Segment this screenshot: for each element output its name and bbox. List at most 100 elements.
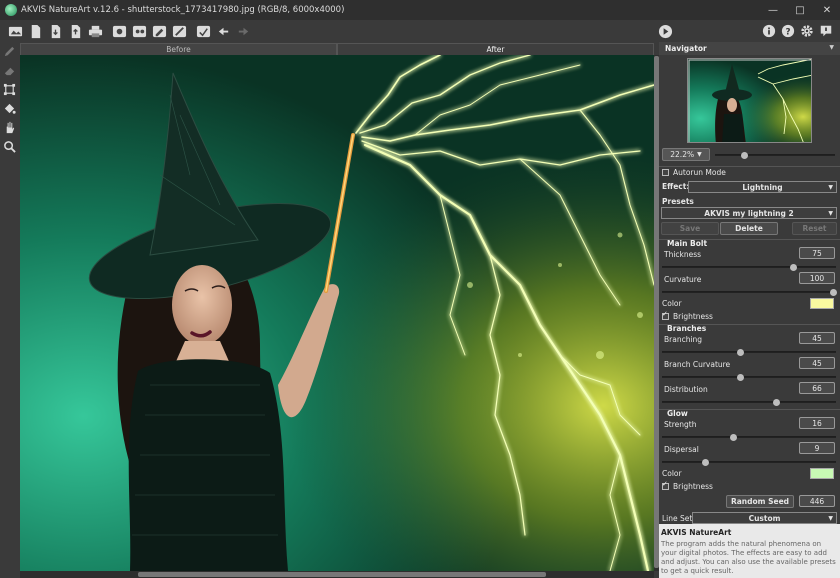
dispersal-slider[interactable] [662,459,836,466]
effect-select[interactable]: Lightning ▼ [688,181,837,193]
horizontal-scrollbar[interactable] [20,571,654,578]
brush-icon[interactable] [171,23,187,39]
zoom-select[interactable]: 22.2% ▼ [662,148,710,161]
minimize-button[interactable]: — [766,3,780,17]
redo-icon[interactable] [235,23,251,39]
branch-curvature-value[interactable]: 45 [799,357,835,369]
distribution-slider[interactable] [662,399,836,406]
glow-brightness-checkbox[interactable] [662,480,669,490]
line-set-select[interactable]: Custom ▼ [692,512,837,524]
presets-label: Presets [662,197,694,206]
curvature-value[interactable]: 100 [799,272,835,284]
thickness-slider[interactable] [662,264,836,271]
navigator-title: Navigator [665,44,707,53]
branches-title: Branches [667,324,707,333]
settings-icon[interactable] [799,23,815,39]
branching-slider[interactable] [662,349,836,356]
dispersal-label: Dispersal [664,445,699,454]
dispersal-slider-knob[interactable] [702,459,709,466]
settings-panel: Navigator ▼ 22.2% ▼ Autorun Mode Effect:… [659,42,840,578]
preset-value: AKVIS my lightning 2 [704,208,794,218]
tab-after[interactable]: After [337,43,654,55]
window-title: AKVIS NatureArt v.12.6 - shutterstock_17… [21,5,345,15]
retouch-icon[interactable] [195,23,211,39]
maximize-button[interactable]: □ [793,3,807,17]
navigator-preview[interactable] [687,58,812,143]
app-logo-icon [5,4,17,16]
main-toolbar [0,20,840,42]
glow-brightness-row[interactable]: Brightness [662,480,713,491]
undo-icon[interactable] [215,23,231,39]
help-icon[interactable]: ? [780,23,796,39]
print-icon[interactable] [87,23,103,39]
branching-label: Branching [664,335,703,344]
thickness-value[interactable]: 75 [799,247,835,259]
zoom-slider-knob[interactable] [741,152,748,159]
batch-process-icon[interactable] [111,23,127,39]
branch-curvature-slider[interactable] [662,374,836,381]
tab-before[interactable]: Before [20,43,337,55]
new-document-icon[interactable] [27,23,43,39]
chevron-down-icon: ▼ [828,515,833,522]
info-title: AKVIS NatureArt [661,528,732,537]
edit-preset-icon[interactable] [151,23,167,39]
line-set-value: Custom [748,513,781,523]
close-button[interactable]: ✕ [820,3,834,17]
navigator-header: Navigator ▼ [659,42,840,55]
pencil-icon[interactable] [0,42,18,61]
branching-value[interactable]: 45 [799,332,835,344]
curvature-slider-knob[interactable] [830,289,837,296]
curvature-slider[interactable] [662,289,837,296]
eraser-icon[interactable] [0,61,18,80]
autorun-row[interactable]: Autorun Mode [662,168,726,177]
branch-curvature-label: Branch Curvature [664,360,731,369]
bolt-brightness-label: Brightness [673,312,713,321]
bucket-icon[interactable] [0,99,18,118]
glow-color-label: Color [662,469,682,478]
branching-slider-knob[interactable] [737,349,744,356]
thickness-label: Thickness [664,250,702,259]
strength-slider-knob[interactable] [730,434,737,441]
collapse-icon[interactable]: ▼ [829,44,834,51]
bolt-brightness-checkbox[interactable] [662,310,669,320]
strength-label: Strength [664,420,697,429]
preset-select[interactable]: AKVIS my lightning 2 ▼ [661,207,837,219]
glow-title: Glow [667,409,688,418]
tools-panel [0,42,18,578]
save-image-icon[interactable] [47,23,63,39]
random-seed-button[interactable]: Random Seed [726,495,794,508]
dispersal-value[interactable]: 9 [799,442,835,454]
save-preset-button[interactable]: Save [661,222,719,235]
distribution-slider-knob[interactable] [773,399,780,406]
image-canvas[interactable] [20,55,654,571]
open-image-icon[interactable] [7,23,23,39]
branch-curvature-slider-knob[interactable] [737,374,744,381]
autorun-label: Autorun Mode [673,168,726,177]
chevron-down-icon: ▼ [828,210,833,217]
export-icon[interactable] [67,23,83,39]
curvature-label: Curvature [664,275,702,284]
zoom-slider[interactable] [715,152,835,159]
info-icon[interactable] [761,23,777,39]
zoom-icon[interactable] [0,137,18,156]
reset-preset-button[interactable]: Reset [792,222,837,235]
strength-slider[interactable] [662,434,836,441]
distribution-value[interactable]: 66 [799,382,835,394]
autorun-checkbox[interactable] [662,169,669,176]
thickness-slider-knob[interactable] [790,264,797,271]
bolt-color-swatch[interactable] [810,298,834,309]
strength-value[interactable]: 16 [799,417,835,429]
run-icon[interactable] [657,23,673,39]
bolt-brightness-row[interactable]: Brightness [662,310,713,321]
chevron-down-icon: ▼ [697,151,702,158]
transform-icon[interactable] [0,80,18,99]
chevron-down-icon: ▼ [828,184,833,191]
horizontal-scroll-thumb[interactable] [138,572,546,577]
hand-icon[interactable] [0,118,18,137]
share-icon[interactable] [131,23,147,39]
notifications-icon[interactable] [818,23,834,39]
delete-preset-button[interactable]: Delete [720,222,778,235]
glow-color-swatch[interactable] [810,468,834,479]
random-seed-value[interactable]: 446 [799,495,835,507]
info-box: AKVIS NatureArt The program adds the nat… [659,524,840,578]
